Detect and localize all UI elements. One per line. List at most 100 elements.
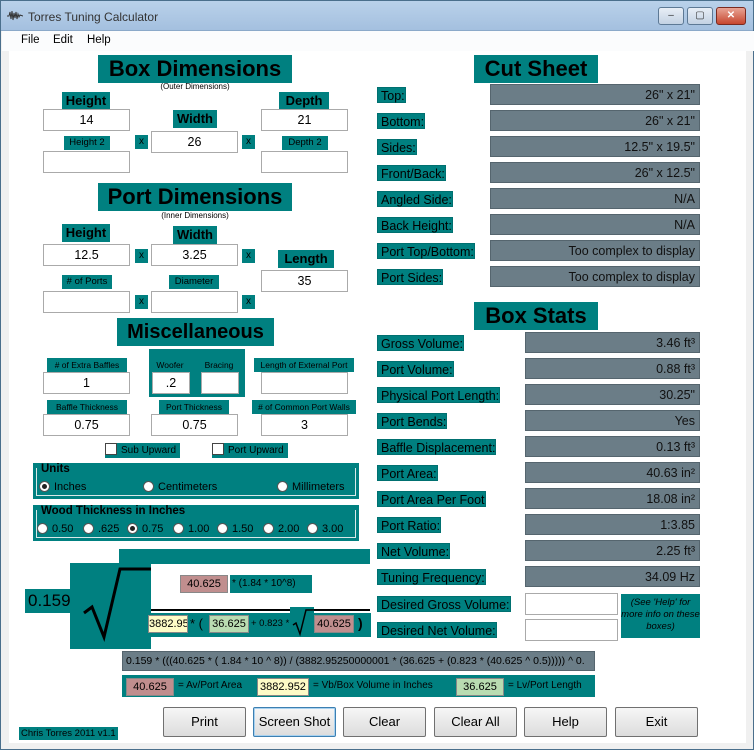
wood-100-radio[interactable]: 1.00 [173, 523, 209, 535]
print-button[interactable]: Print [163, 707, 246, 737]
multiply-sign: x [242, 249, 255, 263]
formula-av: 40.625 [180, 575, 228, 593]
unit-centimeters-label: Centimeters [158, 481, 218, 493]
unit-inches-label: Inches [54, 481, 87, 493]
stat-physical-port-length-label: Physical Port Length: [377, 387, 501, 403]
stat-net-volume-value: 2.25 ft³ [525, 540, 700, 561]
radio-icon [37, 523, 48, 534]
cut-frontback-value: 26" x 12.5" [490, 162, 700, 183]
common-port-walls-label: # of Common Port Walls [252, 400, 356, 414]
clear-button[interactable]: Clear [343, 707, 426, 737]
wood-075-radio[interactable]: 0.75 [127, 523, 163, 535]
radio-icon [263, 523, 274, 534]
unit-millimeters-label: Millimeters [292, 481, 345, 493]
stat-baffle-displacement-value: 0.13 ft³ [525, 436, 700, 457]
baffle-thickness-input[interactable]: 0.75 [43, 414, 130, 436]
port-height-input[interactable]: 12.5 [43, 244, 130, 266]
desired-gross-volume-input[interactable] [525, 593, 618, 615]
radio-icon [173, 523, 184, 534]
desired-gross-volume-label: Desired Gross Volume: [377, 596, 511, 612]
desired-net-volume-label: Desired Net Volume: [377, 622, 497, 638]
external-port-label: Length of External Port [254, 358, 354, 372]
wood-0625-radio[interactable]: .625 [83, 523, 119, 535]
menu-edit[interactable]: Edit [53, 34, 73, 46]
formula-coefficient: 0.159 [25, 589, 74, 613]
formula-root-box [70, 563, 151, 649]
cut-angled-side-label: Angled Side: [377, 191, 453, 207]
num-ports-input[interactable] [43, 291, 130, 313]
common-port-walls-input[interactable]: 3 [261, 414, 348, 436]
close-button[interactable]: ✕ [716, 7, 746, 25]
box-width-input[interactable]: 26 [151, 131, 238, 153]
wood-075-label: 0.75 [142, 523, 164, 535]
bracing-input[interactable] [201, 372, 239, 394]
port-length-input[interactable]: 35 [261, 270, 348, 292]
desired-net-volume-input[interactable] [525, 619, 618, 641]
menu-help[interactable]: Help [87, 34, 111, 46]
cut-port-sides-value: Too complex to display [490, 266, 700, 287]
multiply-sign: x [135, 249, 148, 263]
wood-150-radio[interactable]: 1.50 [217, 523, 253, 535]
help-note: (See 'Help' for more info on these boxes… [621, 594, 700, 638]
port-upward-checkbox[interactable]: Port Upward [212, 443, 288, 458]
multiply-sign: x [135, 295, 148, 309]
exit-button[interactable]: Exit [615, 707, 698, 737]
unit-centimeters-radio[interactable]: Centimeters [143, 481, 217, 493]
port-height-label: Height [62, 224, 110, 242]
stat-gross-volume-label: Gross Volume: [377, 335, 464, 351]
minimize-button[interactable]: – [658, 7, 684, 25]
radio-icon [217, 523, 228, 534]
extra-baffles-input[interactable]: 1 [43, 372, 130, 394]
wood-200-radio[interactable]: 2.00 [263, 523, 299, 535]
port-thickness-input[interactable]: 0.75 [151, 414, 238, 436]
wood-300-radio[interactable]: 3.00 [307, 523, 343, 535]
cut-top-label: Top: [377, 87, 406, 103]
depth2-input[interactable] [261, 151, 348, 173]
woofer-input[interactable]: .2 [152, 372, 190, 394]
stat-port-area-per-foot-label: Port Area Per Foot [377, 491, 486, 507]
cut-bottom-value: 26" x 21" [490, 110, 700, 131]
wood-300-label: 3.00 [322, 523, 344, 535]
cut-port-topbottom-value: Too complex to display [490, 240, 700, 261]
diameter-label: Diameter [169, 275, 219, 289]
height2-input[interactable] [43, 151, 130, 173]
wood-050-radio[interactable]: 0.50 [37, 523, 73, 535]
multiply-sign: x [242, 295, 255, 309]
help-button[interactable]: Help [524, 707, 607, 737]
stat-port-bends-value: Yes [525, 410, 700, 431]
cut-sheet-title: Cut Sheet [474, 55, 598, 83]
box-height-input[interactable]: 14 [43, 109, 130, 131]
menu-file[interactable]: File [21, 34, 40, 46]
box-width-label: Width [173, 110, 217, 128]
formula-exponent-term: * (1.84 * 10^8) [230, 575, 312, 593]
box-stats-title: Box Stats [474, 302, 598, 330]
diameter-input[interactable] [151, 291, 238, 313]
inner-square-root-icon [292, 609, 314, 637]
unit-millimeters-radio[interactable]: Millimeters [277, 481, 345, 493]
clear-all-button[interactable]: Clear All [434, 707, 517, 737]
port-upward-label: Port Upward [228, 445, 284, 456]
external-port-input[interactable] [261, 372, 348, 394]
maximize-button[interactable]: ▢ [687, 7, 713, 25]
legend-lv-text: = Lv/Port Length [508, 680, 582, 691]
unit-inches-radio[interactable]: Inches [39, 481, 86, 493]
port-width-label: Width [173, 226, 217, 244]
full-formula-display: 0.159 * (((40.625 * ( 1.84 * 10 ^ 8)) / … [122, 651, 595, 671]
num-ports-label: # of Ports [62, 275, 112, 289]
sub-upward-checkbox[interactable]: Sub Upward [105, 443, 181, 458]
port-width-input[interactable]: 3.25 [151, 244, 238, 266]
formula-close-paren: ) [358, 615, 363, 631]
radio-selected-icon [39, 481, 50, 492]
box-depth-input[interactable]: 21 [261, 109, 348, 131]
woofer-label: Woofer [152, 358, 188, 372]
cut-bottom-label: Bottom: [377, 113, 426, 129]
units-title: Units [41, 463, 70, 475]
wood-100-label: 1.00 [188, 523, 210, 535]
height2-label: Height 2 [64, 136, 110, 150]
screen-shot-button[interactable]: Screen Shot [253, 707, 336, 737]
box-height-label: Height [62, 92, 110, 110]
port-dimensions-title: Port Dimensions [98, 183, 292, 211]
radio-icon [277, 481, 288, 492]
cut-sides-label: Sides: [377, 139, 417, 155]
stat-tuning-frequency-label: Tuning Frequency: [377, 569, 486, 585]
